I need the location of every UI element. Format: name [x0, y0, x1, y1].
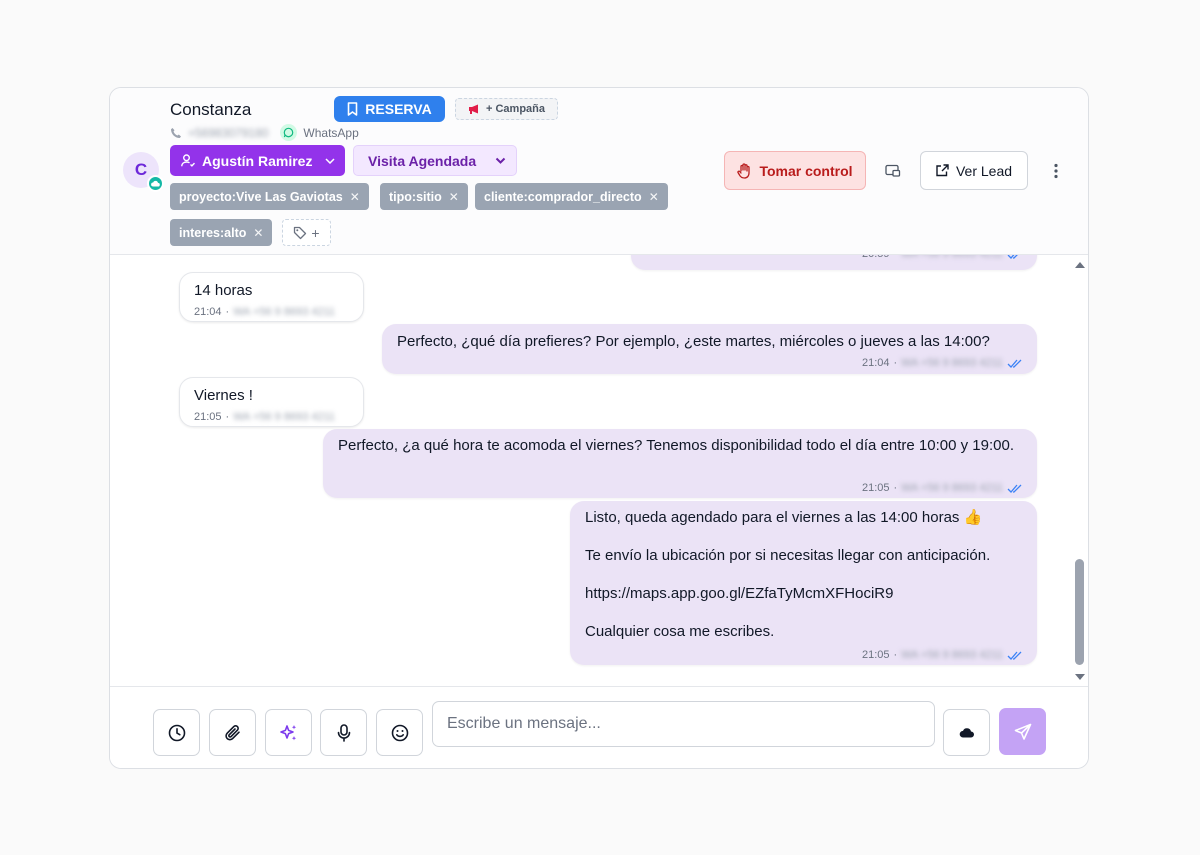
scroll-up-arrow-icon[interactable] [1074, 260, 1086, 270]
remove-tag-icon[interactable]: ✕ [350, 190, 360, 204]
message-bubble-incoming: Viernes ! 21:05 · WA +56 9 8693 4211 [179, 377, 364, 427]
take-control-label: Tomar control [759, 162, 853, 179]
message-sender: WA +56 9 8693 4211 [233, 306, 336, 318]
cloud-badge-icon [147, 175, 164, 192]
more-options-icon[interactable] [1046, 160, 1066, 182]
lead-status-value: Visita Agendada [368, 152, 477, 169]
scroll-down-arrow-icon[interactable] [1074, 672, 1086, 682]
chat-header: C Constanza +56983079180 WhatsApp RESERV… [110, 88, 1088, 255]
message-bubble-outgoing: Perfecto, ¿qué día prefieres? Por ejempl… [382, 324, 1037, 374]
clock-icon [168, 724, 185, 741]
reserva-button[interactable]: RESERVA [334, 96, 445, 122]
cloud-button[interactable] [943, 709, 990, 756]
ai-assist-button[interactable] [265, 709, 312, 756]
remove-tag-icon[interactable]: ✕ [449, 190, 459, 204]
cloud-icon [959, 727, 974, 737]
add-tag-button[interactable]: + [282, 219, 331, 246]
message-text: Listo, queda agendado para el viernes a … [585, 509, 991, 640]
view-lead-label: Ver Lead [955, 162, 1013, 179]
microphone-icon [337, 723, 350, 742]
paperclip-icon [224, 724, 240, 741]
tag-chip[interactable]: tipo:sitio ✕ [380, 183, 468, 210]
hand-icon [737, 162, 751, 179]
message-time: 21:04 [861, 357, 890, 369]
chat-panel: 20:59 · WA +56 9 8693 4211 14 horas 21:0… [109, 87, 1089, 769]
sparkles-icon [279, 724, 296, 740]
message-sender: WA +56 9 8693 4211 [233, 411, 336, 423]
whatsapp-icon [280, 124, 298, 141]
double-check-icon [1007, 651, 1022, 660]
voice-record-button[interactable] [320, 709, 367, 756]
send-button[interactable] [999, 708, 1046, 755]
message-bubble-outgoing: Perfecto, ¿a qué hora te acomoda el vier… [323, 429, 1037, 498]
reserva-label: RESERVA [365, 101, 432, 117]
message-bubble-outgoing: Listo, queda agendado para el viernes a … [570, 501, 1037, 665]
take-control-button[interactable]: Tomar control [724, 151, 866, 190]
tag-label: interes:alto [179, 225, 247, 240]
message-time: 21:05 [861, 649, 890, 661]
external-link-icon [936, 164, 949, 177]
message-text: Perfecto, ¿a qué hora te acomoda el vier… [338, 437, 1014, 454]
view-lead-button[interactable]: Ver Lead [920, 151, 1028, 190]
attach-button[interactable] [209, 709, 256, 756]
smiley-icon [391, 724, 408, 741]
message-sender: WA +56 9 8693 4211 [901, 649, 1003, 661]
double-check-icon [1007, 484, 1022, 493]
emoji-button[interactable] [376, 709, 423, 756]
campaign-label: + Campaña [486, 103, 545, 115]
tag-chip[interactable]: cliente:comprador_directo ✕ [475, 183, 668, 210]
window-toggle-icon[interactable] [881, 161, 905, 181]
chevron-down-icon [325, 157, 335, 164]
tag-label: cliente:comprador_directo [484, 189, 642, 204]
message-time: 21:05 [194, 411, 222, 423]
bookmark-icon [347, 102, 358, 116]
message-text: Viernes ! [194, 387, 253, 404]
user-assign-icon [181, 154, 195, 167]
agent-name: Agustín Ramirez [202, 152, 313, 169]
contact-phone-row: +56983079180 WhatsApp [170, 124, 359, 141]
lead-status-select[interactable]: Visita Agendada [353, 145, 517, 176]
tag-label: tipo:sitio [389, 189, 442, 204]
assigned-agent-dropdown[interactable]: Agustín Ramirez [170, 145, 345, 176]
schedule-button[interactable] [153, 709, 200, 756]
tag-label: proyecto:Vive Las Gaviotas [179, 189, 343, 204]
tag-chip[interactable]: proyecto:Vive Las Gaviotas ✕ [170, 183, 369, 210]
message-input[interactable] [432, 701, 935, 747]
megaphone-icon [469, 104, 478, 114]
remove-tag-icon[interactable]: ✕ [253, 226, 263, 240]
message-meta: 21:05 · WA +56 9 8693 4211 [862, 646, 1023, 665]
message-meta: 21:05 · WA +56 9 8693 4211 [862, 479, 1023, 498]
message-composer [110, 686, 1088, 768]
message-time: 21:04 [194, 306, 222, 318]
remove-tag-icon[interactable]: ✕ [649, 190, 659, 204]
add-campaign-button[interactable]: + Campaña [455, 98, 558, 120]
contact-name: Constanza [170, 100, 252, 119]
message-time: 21:05 [861, 482, 890, 494]
channel-label: WhatsApp [303, 125, 359, 140]
message-sender: WA +56 9 8693 4211 [901, 357, 1003, 369]
contact-phone: +56983079180 [188, 125, 269, 140]
message-meta: 21:04 · WA +56 9 8693 4211 [194, 303, 335, 322]
message-text: Perfecto, ¿qué día prefieres? Por ejempl… [397, 333, 990, 350]
double-check-icon [1007, 359, 1022, 368]
message-meta: 21:04 · WA +56 9 8693 4211 [862, 354, 1023, 373]
add-tag-label: + [311, 224, 320, 241]
message-sender: WA +56 9 8693 4211 [901, 482, 1003, 494]
message-meta: 21:05 · WA +56 9 8693 4211 [194, 408, 335, 427]
tag-icon [294, 226, 307, 239]
send-icon [1014, 723, 1031, 740]
chevron-down-icon [495, 157, 506, 164]
scrollbar-thumb[interactable] [1075, 559, 1084, 665]
message-text: 14 horas [194, 282, 253, 299]
message-bubble-incoming: 14 horas 21:04 · WA +56 9 8693 4211 [179, 272, 364, 322]
tag-chip[interactable]: interes:alto ✕ [170, 219, 273, 246]
phone-icon [171, 127, 181, 138]
